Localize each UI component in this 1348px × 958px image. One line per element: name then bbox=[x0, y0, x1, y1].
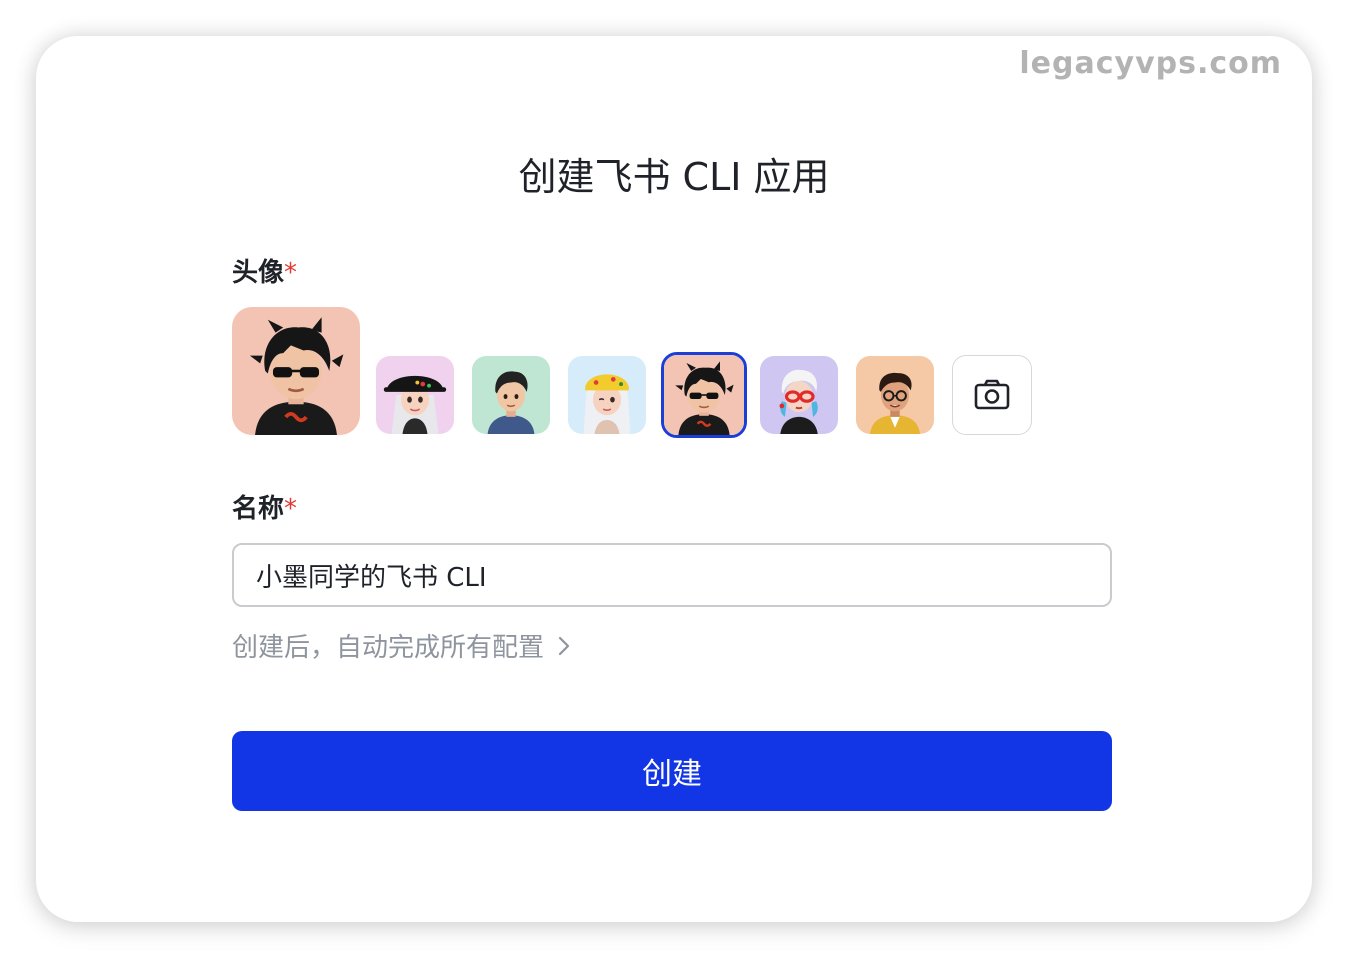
avatar-option-5[interactable] bbox=[760, 356, 838, 434]
chevron-right-icon bbox=[558, 636, 570, 655]
page: legacyvps.com 创建飞书 CLI 应用 头像* 名称* 小墨同学的飞… bbox=[0, 0, 1348, 958]
app-name-input[interactable] bbox=[232, 543, 1112, 607]
avatar-glasses-boy-icon bbox=[856, 356, 934, 434]
hint-text: 创建后，自动完成所有配置 bbox=[232, 633, 545, 663]
avatar-option-1[interactable] bbox=[376, 356, 454, 434]
avatar-sunglasses-boy-icon bbox=[232, 307, 360, 435]
avatar-boy-icon bbox=[472, 356, 550, 434]
required-mark: * bbox=[284, 494, 298, 524]
upload-avatar-button[interactable] bbox=[952, 355, 1032, 435]
required-mark: * bbox=[284, 258, 298, 288]
avatar-option-2[interactable] bbox=[472, 356, 550, 434]
avatar-sunglasses-boy-icon bbox=[664, 355, 744, 435]
name-label-text: 名称 bbox=[232, 494, 285, 524]
avatar-headband-girl-icon bbox=[568, 356, 646, 434]
dialog-title: 创建飞书 CLI 应用 bbox=[518, 155, 830, 199]
auto-config-hint[interactable]: 创建后，自动完成所有配置 bbox=[232, 627, 570, 664]
avatar-label-text: 头像 bbox=[232, 258, 285, 288]
avatar-bucket-hat-girl-icon bbox=[376, 356, 454, 434]
create-button[interactable]: 创建 bbox=[232, 731, 1112, 811]
watermark: legacyvps.com bbox=[1019, 46, 1282, 81]
avatar-option-4-selected[interactable] bbox=[661, 352, 747, 438]
avatar-preview bbox=[232, 307, 360, 435]
name-field-label: 名称* bbox=[232, 488, 297, 525]
camera-icon bbox=[974, 379, 1010, 410]
avatar-field-label: 头像* bbox=[232, 252, 297, 289]
avatar-red-glasses-girl-icon bbox=[760, 356, 838, 434]
avatar-option-3[interactable] bbox=[568, 356, 646, 434]
avatar-option-6[interactable] bbox=[856, 356, 934, 434]
